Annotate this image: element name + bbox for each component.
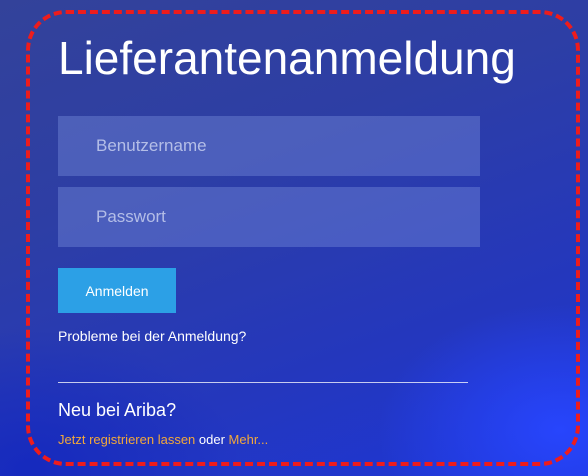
username-input[interactable] [58,116,480,176]
login-button[interactable]: Anmelden [58,268,176,313]
register-connector: oder [195,432,229,447]
register-link[interactable]: Jetzt registrieren lassen [58,432,195,447]
more-link[interactable]: Mehr... [229,432,269,447]
login-trouble-link[interactable]: Probleme bei der Anmeldung? [58,328,246,344]
login-panel: Lieferantenanmeldung Anmelden Probleme b… [0,0,588,476]
new-user-heading: Neu bei Ariba? [58,400,177,420]
page-title: Lieferantenanmeldung [58,32,516,84]
password-input[interactable] [58,187,480,247]
divider [58,382,468,383]
register-line: Jetzt registrieren lassen oder Mehr... [58,432,268,447]
